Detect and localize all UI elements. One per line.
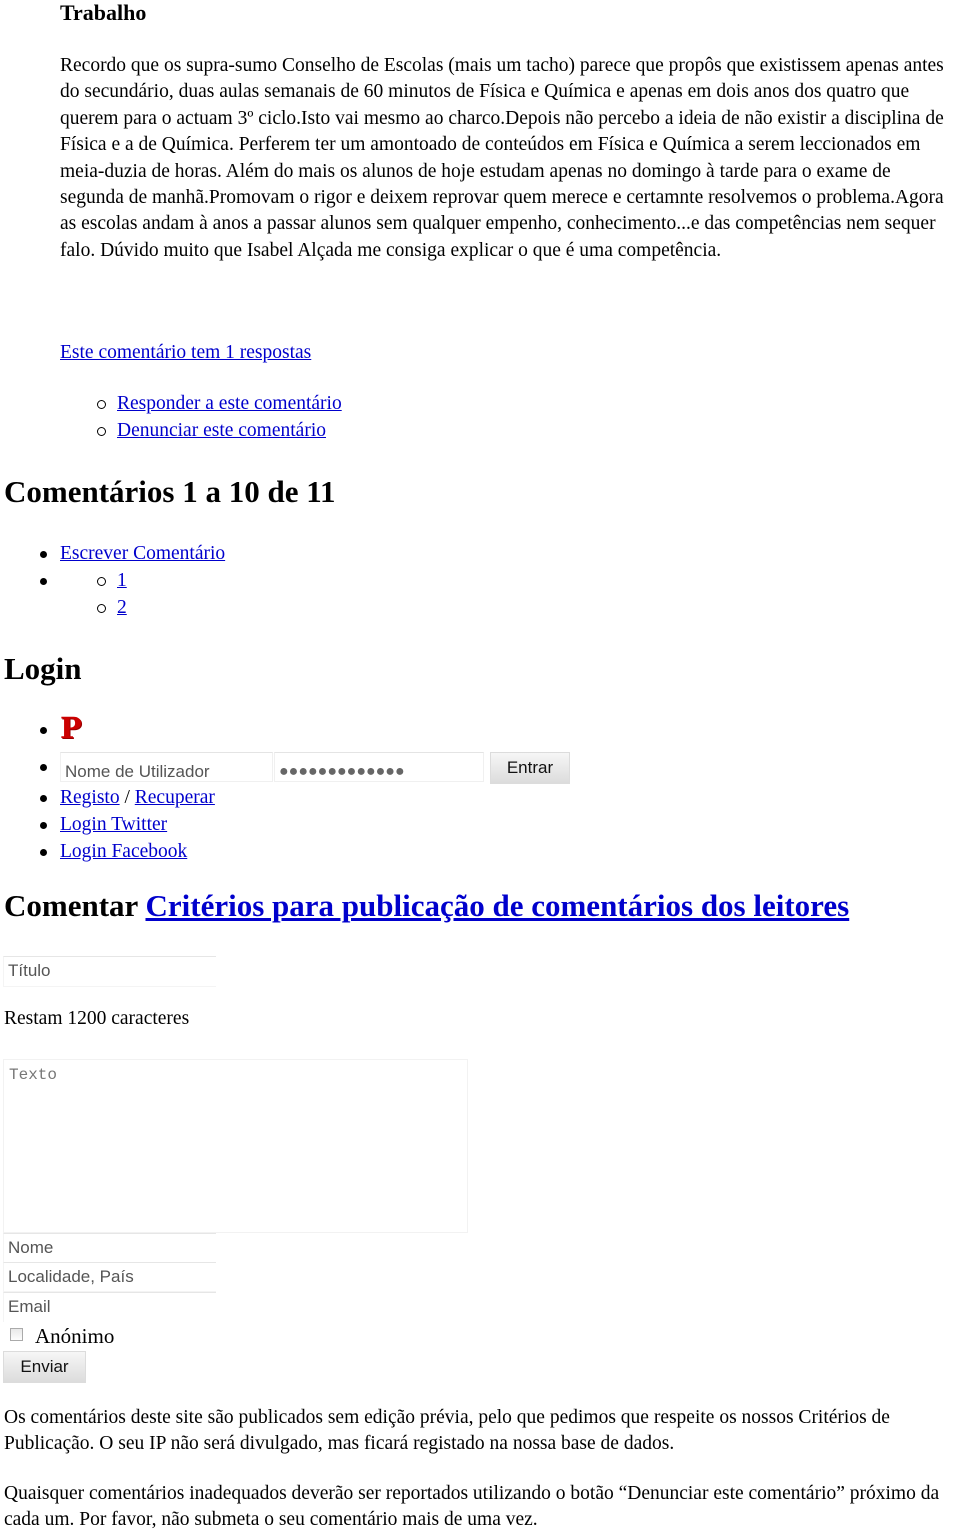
comment-form-heading: Comentar Critérios para publicação de co…	[4, 888, 849, 924]
login-form-item: Nome de Utilizador ●●●●●●●●●●●●● Entrar	[40, 752, 570, 784]
pagination-item: 1 2	[40, 567, 225, 618]
email-input[interactable]: Email	[3, 1292, 216, 1322]
logo-item: P	[40, 710, 215, 752]
criteria-link[interactable]: Critérios para publicação de comentários…	[145, 888, 849, 923]
circle-bullet-icon	[97, 604, 106, 613]
register-item: Registo / Recuperar	[40, 784, 215, 811]
comments-nav: Escrever Comentário 1 2	[40, 540, 225, 618]
disc-bullet-icon	[40, 727, 47, 734]
disc-bullet-icon	[40, 849, 47, 856]
submit-comment-button[interactable]: Enviar	[3, 1351, 86, 1383]
text-area[interactable]: Texto	[3, 1059, 468, 1233]
facebook-item: Login Facebook	[40, 838, 215, 865]
page-link-2[interactable]: 2	[117, 597, 127, 618]
comments-heading: Comentários 1 a 10 de 11	[4, 474, 336, 509]
facebook-login-link[interactable]: Login Facebook	[60, 841, 187, 862]
username-input[interactable]: Nome de Utilizador	[60, 752, 273, 782]
pagination: 1 2	[97, 567, 127, 621]
anonymous-row: Anónimo	[10, 1324, 114, 1349]
recover-link[interactable]: Recuperar	[135, 787, 215, 808]
policy-note: Os comentários deste site são publicados…	[4, 1407, 890, 1455]
replies-link[interactable]: Este comentário tem 1 respostas	[60, 342, 311, 364]
login-list: P Nome de Utilizador ●●●●●●●●●●●●● Entra…	[40, 710, 570, 865]
login-submit-button[interactable]: Entrar	[490, 752, 570, 784]
publico-logo-icon: P	[60, 711, 82, 745]
page-item: 1	[97, 567, 127, 594]
page-item: 2	[97, 594, 127, 621]
password-input[interactable]: ●●●●●●●●●●●●●	[274, 752, 484, 782]
disc-bullet-icon	[40, 578, 47, 585]
disc-bullet-icon	[40, 822, 47, 829]
comment-body: Recordo que os supra-sumo Conselho de Es…	[60, 55, 944, 261]
register-link[interactable]: Registo	[60, 787, 120, 808]
write-comment-item: Escrever Comentário	[40, 540, 225, 567]
disc-bullet-icon	[40, 764, 47, 771]
page-link-1[interactable]: 1	[117, 570, 127, 591]
report-item: Denunciar este comentário	[97, 417, 342, 444]
title-input[interactable]: Título	[3, 956, 216, 987]
comment-actions: Responder a este comentário Denunciar es…	[97, 390, 342, 444]
circle-bullet-icon	[97, 427, 106, 436]
login-heading: Login	[4, 651, 82, 686]
write-comment-link[interactable]: Escrever Comentário	[60, 543, 225, 564]
chars-remaining: Restam 1200 caracteres	[4, 1008, 190, 1029]
reply-item: Responder a este comentário	[97, 390, 342, 417]
disc-bullet-icon	[40, 795, 47, 802]
anonymous-checkbox[interactable]	[10, 1328, 23, 1341]
report-note: Quaisquer comentários inadequados deverã…	[4, 1483, 940, 1531]
twitter-login-link[interactable]: Login Twitter	[60, 814, 167, 835]
reply-link[interactable]: Responder a este comentário	[117, 393, 342, 414]
comment-title: Trabalho	[60, 0, 147, 25]
twitter-item: Login Twitter	[40, 811, 215, 838]
circle-bullet-icon	[97, 400, 106, 409]
disc-bullet-icon	[40, 551, 47, 558]
separator: /	[119, 787, 135, 808]
circle-bullet-icon	[97, 577, 106, 586]
location-input[interactable]: Localidade, País	[3, 1262, 216, 1292]
report-link[interactable]: Denunciar este comentário	[117, 420, 326, 441]
anonymous-label: Anónimo	[35, 1324, 115, 1348]
comment-form-title: Comentar	[4, 888, 138, 923]
name-input[interactable]: Nome	[3, 1233, 216, 1263]
